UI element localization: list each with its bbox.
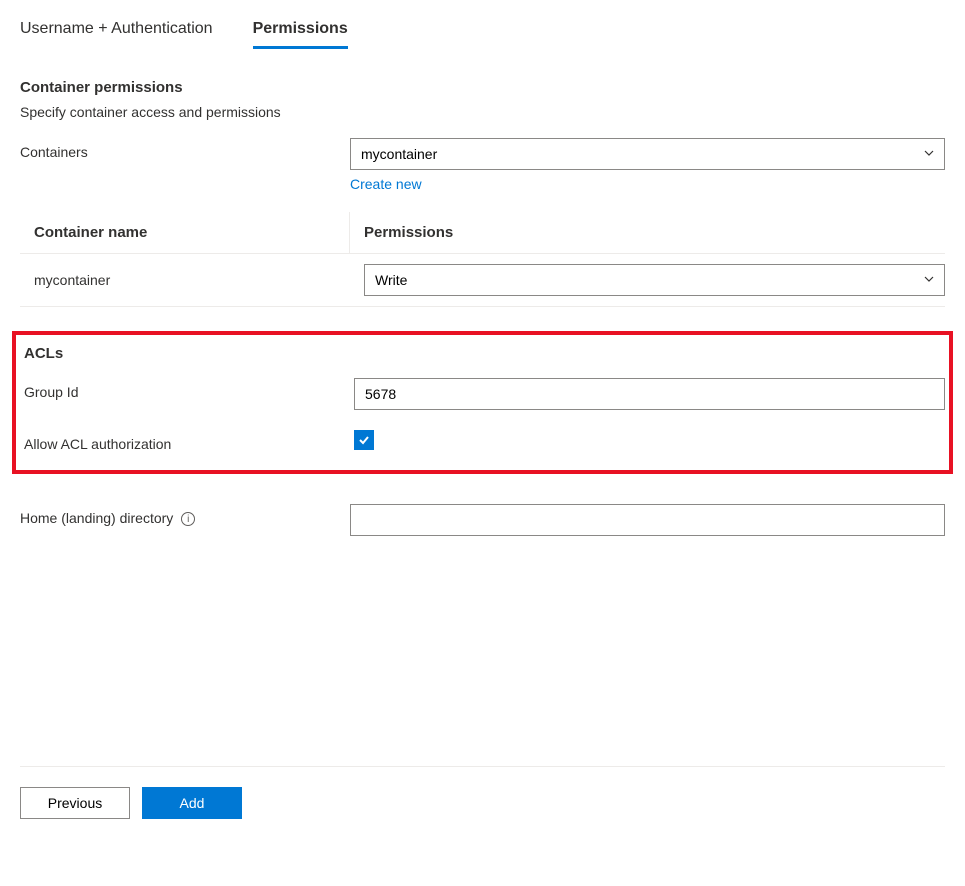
footer-buttons: Previous Add	[20, 787, 945, 819]
add-button[interactable]: Add	[142, 787, 242, 819]
tab-username-auth[interactable]: Username + Authentication	[20, 20, 213, 49]
table-header-name: Container name	[20, 212, 350, 253]
acls-section-highlight: ACLs Group Id Allow ACL authorization	[12, 331, 953, 474]
containers-select-input[interactable]	[350, 138, 945, 170]
tabs-container: Username + Authentication Permissions	[20, 20, 945, 49]
home-directory-label-text: Home (landing) directory	[20, 510, 173, 526]
home-directory-row: Home (landing) directory i	[20, 504, 945, 536]
home-directory-input[interactable]	[350, 504, 945, 536]
permission-select[interactable]	[364, 264, 945, 296]
footer-divider	[20, 766, 945, 767]
container-permissions-section: Container permissions Specify container …	[20, 79, 945, 192]
acls-title: ACLs	[24, 345, 945, 362]
container-permissions-subtitle: Specify container access and permissions	[20, 104, 945, 120]
table-header: Container name Permissions	[20, 212, 945, 254]
home-directory-label: Home (landing) directory i	[20, 504, 350, 526]
previous-button[interactable]: Previous	[20, 787, 130, 819]
containers-select[interactable]	[350, 138, 945, 170]
table-cell-name: mycontainer	[20, 272, 350, 288]
group-id-row: Group Id	[20, 378, 945, 410]
permission-select-input[interactable]	[364, 264, 945, 296]
containers-label: Containers	[20, 138, 350, 160]
allow-acl-label: Allow ACL authorization	[24, 430, 354, 452]
container-permissions-title: Container permissions	[20, 79, 945, 96]
check-icon	[357, 433, 371, 447]
info-icon[interactable]: i	[181, 512, 195, 526]
containers-row: Containers Create new	[20, 138, 945, 192]
table-row: mycontainer	[20, 254, 945, 307]
create-new-link[interactable]: Create new	[350, 176, 422, 192]
group-id-label: Group Id	[24, 378, 354, 400]
tab-permissions[interactable]: Permissions	[253, 20, 348, 49]
permissions-table: Container name Permissions mycontainer	[20, 212, 945, 307]
table-header-permissions: Permissions	[350, 212, 945, 253]
allow-acl-row: Allow ACL authorization	[20, 430, 945, 452]
allow-acl-checkbox[interactable]	[354, 430, 374, 450]
group-id-input[interactable]	[354, 378, 945, 410]
